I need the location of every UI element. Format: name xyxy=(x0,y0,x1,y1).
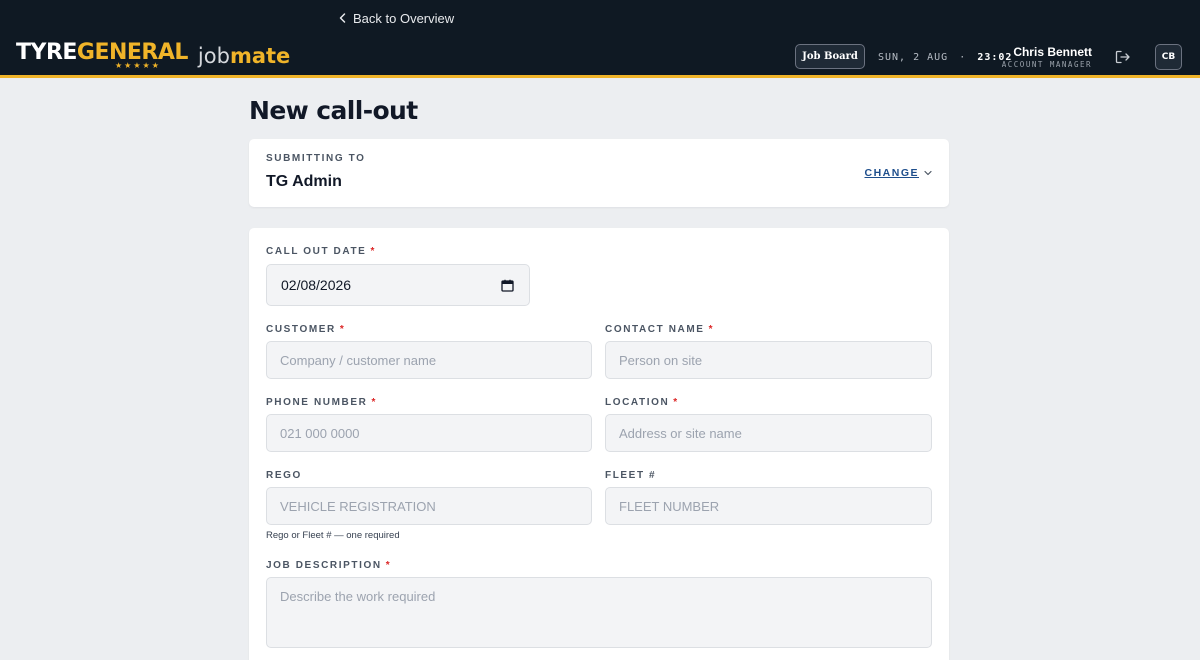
page-title: New call-out xyxy=(249,96,418,125)
logo-tyre-text: TYRE xyxy=(16,40,77,65)
date-time-display: SUN, 2 AUG · 23:02 xyxy=(878,52,1012,63)
back-to-overview-link[interactable]: Back to Overview xyxy=(336,9,454,27)
back-label: Back to Overview xyxy=(353,10,455,26)
location-label-text: LOCATION xyxy=(605,397,670,408)
call-out-date-input[interactable]: 02/08/2026 xyxy=(266,264,530,306)
logo-job-text: job xyxy=(197,44,230,68)
location-input[interactable]: Address or site name xyxy=(605,414,932,452)
fleet-placeholder: FLEET NUMBER xyxy=(619,498,720,514)
jobmate-logo: jobmate xyxy=(198,43,290,69)
logo-stars-icon: ★★★★★ xyxy=(115,61,161,70)
contact-name-placeholder: Person on site xyxy=(619,352,703,368)
customer-label: CUSTOMER * xyxy=(266,324,345,335)
app-logo: TYREGENERAL ★★★★★ jobmate xyxy=(16,40,290,70)
contact-name-label-text: CONTACT NAME xyxy=(605,324,705,335)
top-bar: Back to Overview TYREGENERAL ★★★★★ jobma… xyxy=(0,0,1200,78)
logout-icon[interactable] xyxy=(1114,49,1132,65)
required-marker: * xyxy=(385,560,392,571)
phone-number-label-text: PHONE NUMBER xyxy=(266,397,368,408)
job-description-label: JOB DESCRIPTION * xyxy=(266,560,391,571)
location-placeholder: Address or site name xyxy=(619,425,742,441)
location-label: LOCATION * xyxy=(605,397,679,408)
change-recipient-link[interactable]: CHANGE xyxy=(864,167,932,179)
required-marker: * xyxy=(371,397,377,408)
user-role: ACCOUNT MANAGER xyxy=(1001,60,1092,69)
call-out-date-label: CALL OUT DATE * xyxy=(266,246,376,257)
rego-label: REGO xyxy=(266,470,302,481)
required-marker: * xyxy=(708,324,715,335)
rego-input[interactable]: VEHICLE REGISTRATION xyxy=(266,487,592,525)
date-separator: · xyxy=(959,52,967,63)
user-avatar[interactable]: CB xyxy=(1155,44,1182,70)
contact-name-label: CONTACT NAME * xyxy=(605,324,714,335)
required-marker: * xyxy=(370,246,376,257)
required-marker: * xyxy=(339,324,346,335)
chevron-down-icon xyxy=(924,170,932,176)
call-out-date-label-text: CALL OUT DATE xyxy=(266,246,367,257)
user-name: Chris Bennett xyxy=(1013,45,1092,59)
customer-placeholder: Company / customer name xyxy=(280,352,437,368)
change-label: CHANGE xyxy=(864,167,919,179)
customer-label-text: CUSTOMER xyxy=(266,324,336,335)
customer-input[interactable]: Company / customer name xyxy=(266,341,592,379)
job-description-textarea[interactable]: Describe the work required xyxy=(266,577,932,648)
rego-fleet-hint: Rego or Fleet # — one required xyxy=(266,530,400,541)
contact-name-input[interactable]: Person on site xyxy=(605,341,932,379)
call-out-date-value: 02/08/2026 xyxy=(281,277,352,293)
phone-number-input[interactable]: 021 000 0000 xyxy=(266,414,592,452)
calendar-icon[interactable] xyxy=(501,279,514,292)
chevron-left-icon xyxy=(339,13,346,23)
submitting-to-card: SUBMITTING TO TG Admin CHANGE xyxy=(249,139,949,207)
tyre-general-logo: TYREGENERAL ★★★★★ xyxy=(16,40,188,70)
submitting-to-value: TG Admin xyxy=(266,173,342,190)
date-text: SUN, 2 AUG xyxy=(878,52,949,63)
required-marker: * xyxy=(673,397,679,408)
fleet-label: FLEET # xyxy=(605,470,657,481)
submitting-to-label: SUBMITTING TO xyxy=(266,153,366,164)
phone-number-label: PHONE NUMBER * xyxy=(266,397,377,408)
fleet-input[interactable]: FLEET NUMBER xyxy=(605,487,932,525)
phone-number-placeholder: 021 000 0000 xyxy=(280,425,360,441)
logo-mate-text: mate xyxy=(229,44,291,68)
job-description-placeholder: Describe the work required xyxy=(280,589,436,604)
job-board-button[interactable]: Job Board xyxy=(795,44,865,69)
rego-placeholder: VEHICLE REGISTRATION xyxy=(280,498,436,514)
user-info: Chris Bennett ACCOUNT MANAGER xyxy=(1002,45,1092,70)
job-description-label-text: JOB DESCRIPTION xyxy=(266,560,382,571)
call-out-form: CALL OUT DATE * 02/08/2026 CUSTOMER * Comp… xyxy=(249,228,949,660)
